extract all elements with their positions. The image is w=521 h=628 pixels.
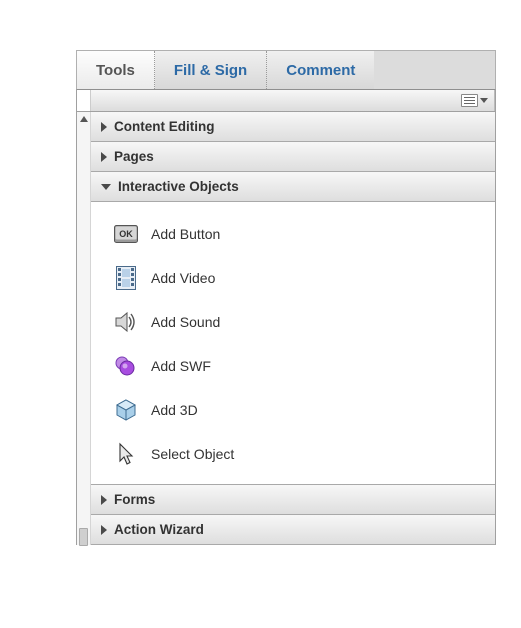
accordion-head-interactive-objects[interactable]: Interactive Objects <box>91 172 495 202</box>
svg-text:OK: OK <box>119 229 133 239</box>
tab-fill-sign[interactable]: Fill & Sign <box>155 51 267 89</box>
accordion-label: Forms <box>114 492 155 507</box>
chevron-right-icon <box>101 525 107 535</box>
accordion-head-forms[interactable]: Forms <box>91 485 495 515</box>
swf-icon <box>113 353 139 379</box>
accordion-head-content-editing[interactable]: Content Editing <box>91 112 495 142</box>
tool-label: Select Object <box>151 446 234 462</box>
accordion-head-action-wizard[interactable]: Action Wizard <box>91 515 495 545</box>
panel-header-bar <box>91 90 495 111</box>
accordion-body-interactive-objects: OK Add Button <box>91 202 495 485</box>
tools-pane: Tools Fill & Sign Comment Content Editin… <box>76 50 496 545</box>
panel-menu-icon[interactable] <box>461 94 478 107</box>
accordion-label: Action Wizard <box>114 522 204 537</box>
cube-3d-icon <box>113 397 139 423</box>
panel-menu-dropdown-icon[interactable] <box>480 98 488 103</box>
tool-label: Add 3D <box>151 402 198 418</box>
accordion-label: Pages <box>114 149 154 164</box>
accordion-label: Content Editing <box>114 119 214 134</box>
scroll-up-icon[interactable] <box>80 116 88 122</box>
chevron-right-icon <box>101 495 107 505</box>
tool-label: Add Video <box>151 270 215 286</box>
tool-select-object[interactable]: Select Object <box>91 432 495 476</box>
tab-comment[interactable]: Comment <box>267 51 374 89</box>
tool-label: Add Sound <box>151 314 220 330</box>
tool-add-sound[interactable]: Add Sound <box>91 300 495 344</box>
tab-tools[interactable]: Tools <box>77 51 155 89</box>
speaker-icon <box>113 309 139 335</box>
scroll-thumb[interactable] <box>79 528 88 546</box>
scrollbar-top-gap <box>77 90 91 111</box>
panel-columns: Content Editing Pages Interactive Object… <box>76 112 496 545</box>
tool-add-swf[interactable]: Add SWF <box>91 344 495 388</box>
tool-add-button[interactable]: OK Add Button <box>91 212 495 256</box>
panel-scrollbar[interactable] <box>77 112 91 545</box>
panel-tabs: Tools Fill & Sign Comment <box>76 50 496 90</box>
filmstrip-icon <box>113 265 139 291</box>
tool-add-3d[interactable]: Add 3D <box>91 388 495 432</box>
accordion-head-pages[interactable]: Pages <box>91 142 495 172</box>
accordion-label: Interactive Objects <box>118 179 239 194</box>
tool-add-video[interactable]: Add Video <box>91 256 495 300</box>
ok-button-icon: OK <box>113 221 139 247</box>
panel-header-strip <box>76 90 496 112</box>
cursor-arrow-icon <box>113 441 139 467</box>
chevron-right-icon <box>101 152 107 162</box>
chevron-right-icon <box>101 122 107 132</box>
chevron-down-icon <box>101 184 111 190</box>
accordion: Content Editing Pages Interactive Object… <box>91 112 496 545</box>
tool-label: Add Button <box>151 226 220 242</box>
tool-label: Add SWF <box>151 358 211 374</box>
